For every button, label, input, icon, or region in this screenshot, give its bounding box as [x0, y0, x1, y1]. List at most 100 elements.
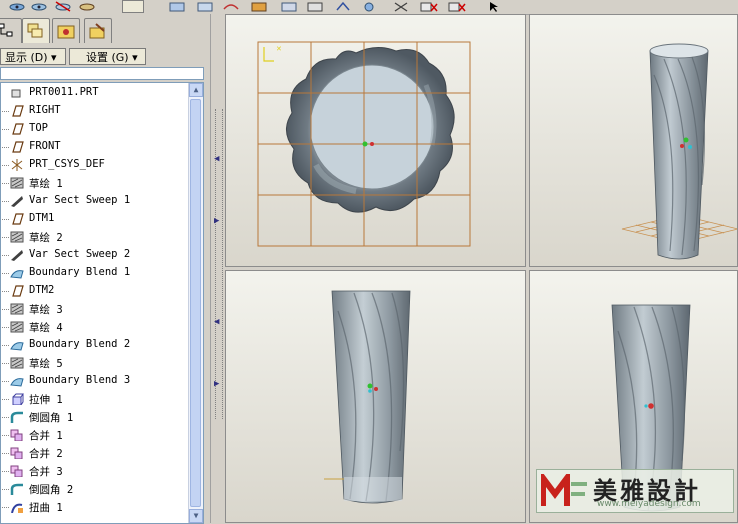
- vase-body: [649, 44, 709, 260]
- tree-item[interactable]: PRT0011.PRT: [1, 84, 189, 102]
- point-display-icon[interactable]: [250, 1, 268, 12]
- tree-connector: [2, 507, 9, 508]
- tree-item[interactable]: 草绘 3: [1, 300, 189, 318]
- tree-connector: [2, 435, 9, 436]
- blend-icon: [10, 270, 24, 279]
- viewport-front-view[interactable]: [225, 270, 526, 523]
- tree-item[interactable]: DTM2: [1, 282, 189, 300]
- top-view-graphics: ✕: [257, 41, 471, 247]
- front-view-graphics: [324, 290, 411, 504]
- tree-item[interactable]: TOP: [1, 120, 189, 138]
- display-dropdown[interactable]: 显示 (D) ▾: [0, 48, 66, 65]
- tree-item[interactable]: Var Sect Sweep 2: [1, 246, 189, 264]
- tree-item[interactable]: Boundary Blend 2: [1, 336, 189, 354]
- tree-item-label: 倒圆角 1: [29, 412, 74, 424]
- datum-display-icon[interactable]: [168, 1, 186, 12]
- tree-item-label: Boundary Blend 1: [29, 266, 131, 278]
- pointer-help-icon[interactable]: [486, 1, 504, 12]
- viewport-isometric-view[interactable]: [529, 14, 738, 267]
- tree-item-label: Boundary Blend 3: [29, 374, 131, 386]
- tree-item[interactable]: 倒圆角 2: [1, 480, 189, 498]
- tree-item[interactable]: 合并 2: [1, 444, 189, 462]
- tree-connector: [2, 309, 9, 310]
- round-icon: [10, 483, 23, 495]
- eye-icon[interactable]: [8, 1, 26, 12]
- sketch-icon: [10, 177, 24, 189]
- sweep-icon: [11, 196, 23, 207]
- csys-display-icon[interactable]: [280, 1, 298, 12]
- tree-connector: [2, 417, 9, 418]
- viewport-top-view[interactable]: ✕: [225, 14, 526, 267]
- part-icon: [11, 89, 21, 98]
- tree-connector: [2, 471, 9, 472]
- tree-connector: [2, 399, 9, 400]
- sketch-icon: [10, 231, 24, 243]
- tab-folder[interactable]: [52, 18, 80, 43]
- tree-connector: [2, 111, 9, 112]
- tree-item[interactable]: 草绘 5: [1, 354, 189, 372]
- tree-item[interactable]: Boundary Blend 1: [1, 264, 189, 282]
- tree-item-label: 合并 3: [29, 466, 63, 478]
- delete-view-icon[interactable]: [448, 1, 466, 12]
- brand-watermark: 美雅設計 www.meiyadesign.com: [536, 469, 734, 513]
- front-origin-green: [367, 383, 373, 389]
- expand-right-icon-2[interactable]: ▶: [214, 379, 219, 389]
- tree-item[interactable]: 倒圆角 1: [1, 408, 189, 426]
- sketch-tool-icon[interactable]: [306, 1, 324, 12]
- vase-rim: [649, 43, 709, 59]
- origin-point-red: [370, 142, 374, 146]
- annotation-icon[interactable]: [334, 1, 352, 12]
- settings-dropdown[interactable]: 设置 (G) ▾: [69, 48, 146, 65]
- tree-item[interactable]: RIGHT: [1, 102, 189, 120]
- tree-item-label: 倒圆角 2: [29, 484, 74, 496]
- tree-item[interactable]: 草绘 4: [1, 318, 189, 336]
- tree-item-label: 合并 2: [29, 448, 63, 460]
- tab-model-tree[interactable]: [0, 18, 22, 43]
- sketch-icon: [10, 303, 24, 315]
- scroll-thumb[interactable]: [190, 99, 201, 507]
- collapse-left-icon[interactable]: ◀: [214, 154, 219, 164]
- tree-connector: [2, 381, 9, 382]
- tab-favorites[interactable]: [84, 18, 112, 43]
- curve-display-icon[interactable]: [222, 1, 240, 12]
- cut-tool-icon[interactable]: [392, 1, 410, 12]
- axis-display-icon[interactable]: [196, 1, 214, 12]
- tree-item[interactable]: 草绘 2: [1, 228, 189, 246]
- tree-connector: [2, 273, 9, 274]
- tree-item[interactable]: DTM1: [1, 210, 189, 228]
- eye-tool-icon[interactable]: [78, 1, 96, 12]
- tree-connector: [2, 291, 9, 292]
- tree-item[interactable]: 扭曲 1: [1, 498, 189, 516]
- spin-center-icon[interactable]: [360, 1, 378, 12]
- tree-item[interactable]: Boundary Blend 3: [1, 372, 189, 390]
- expand-right-icon[interactable]: ▶: [214, 216, 219, 226]
- panel-splitter[interactable]: ◀ ▶ ◀ ▶: [210, 14, 225, 523]
- tree-connector: [2, 165, 9, 166]
- tree-header: [0, 67, 204, 80]
- tree-item-label: DTM1: [29, 212, 55, 224]
- scroll-down-button[interactable]: ▼: [189, 509, 203, 523]
- tree-item-label: 草绘 1: [29, 178, 63, 190]
- merge-icon: [10, 429, 23, 441]
- delete-sketch-icon[interactable]: [420, 1, 438, 12]
- tree-connector: [2, 201, 9, 202]
- scroll-up-button[interactable]: ▲: [189, 83, 203, 97]
- tree-item[interactable]: PRT_CSYS_DEF: [1, 156, 189, 174]
- tree-item[interactable]: Var Sect Sweep 1: [1, 192, 189, 210]
- collapse-left-icon-2[interactable]: ◀: [214, 317, 219, 327]
- iso-origin-red: [680, 144, 684, 148]
- model-tree-scrollbar[interactable]: ▲ ▼: [188, 83, 203, 523]
- tab-layers[interactable]: [22, 18, 50, 43]
- eye-filter-icon[interactable]: [30, 1, 48, 12]
- tree-item[interactable]: FRONT: [1, 138, 189, 156]
- view-mode-button[interactable]: [122, 0, 144, 13]
- tree-item[interactable]: 草绘 1: [1, 174, 189, 192]
- tree-item[interactable]: 合并 1: [1, 426, 189, 444]
- front-vase-base: [344, 477, 402, 501]
- eye-hide-icon[interactable]: [54, 1, 72, 12]
- layers-icon: [27, 23, 43, 38]
- tree-item[interactable]: 合并 3: [1, 462, 189, 480]
- tree-item[interactable]: 拉伸 1: [1, 390, 189, 408]
- tree-item-label: PRT0011.PRT: [29, 86, 99, 98]
- folder-icon: [57, 25, 75, 39]
